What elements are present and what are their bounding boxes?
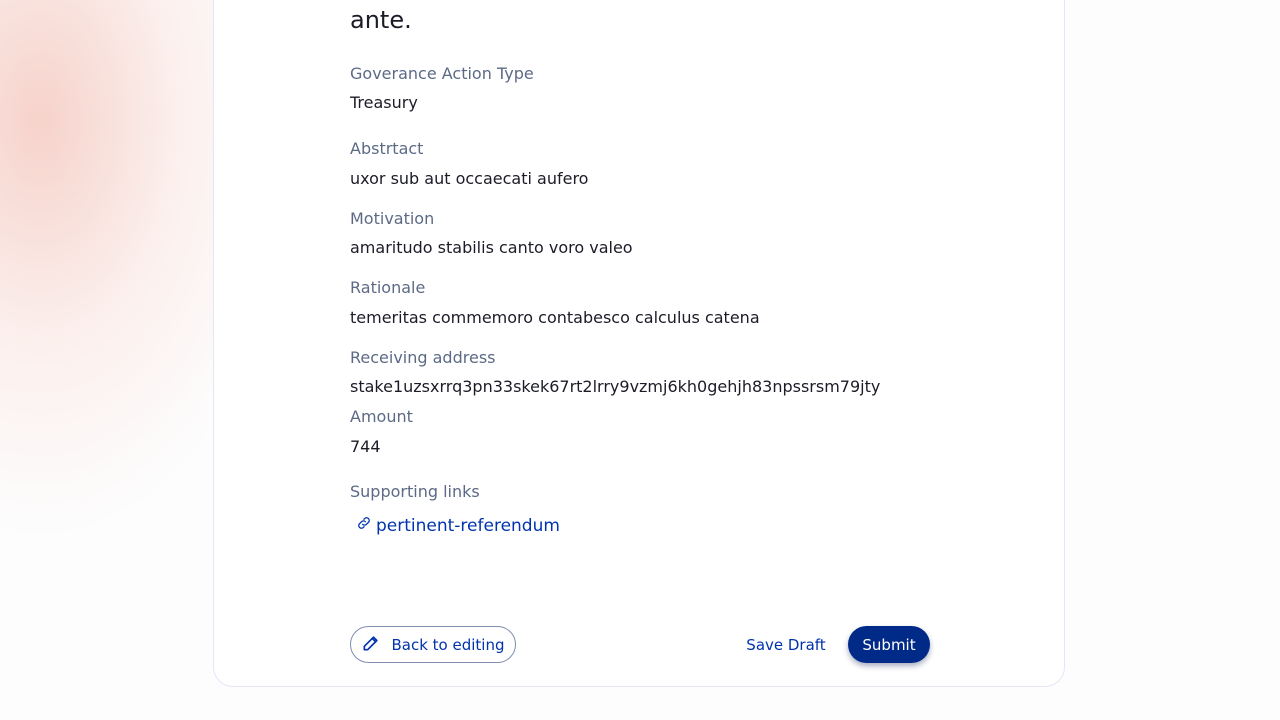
back-to-editing-label: Back to editing [391, 635, 505, 654]
link-icon [356, 515, 372, 536]
supporting-link-label: pertinent-referendum [376, 515, 560, 536]
review-card [213, 0, 1065, 687]
label-supporting-links: Supporting links [350, 482, 480, 501]
pencil-icon [361, 633, 381, 657]
back-to-editing-button[interactable]: Back to editing [350, 626, 516, 663]
submit-button[interactable]: Submit [848, 626, 930, 663]
value-motivation: amaritudo stabilis canto voro valeo [350, 238, 633, 257]
label-receiving-address: Receiving address [350, 348, 496, 367]
value-rationale: temeritas commemoro contabesco calculus … [350, 308, 760, 327]
supporting-link[interactable]: pertinent-referendum [356, 515, 560, 536]
value-amount: 744 [350, 437, 381, 456]
label-motivation: Motivation [350, 209, 435, 228]
label-rationale: Rationale [350, 278, 426, 297]
label-abstract: Abstrtact [350, 139, 424, 158]
value-receiving-address: stake1uzsxrrq3pn33skek67rt2lrry9vzmj6kh0… [350, 377, 881, 396]
value-abstract: uxor sub aut occaecati aufero [350, 169, 589, 188]
label-governance-action-type: Goverance Action Type [350, 64, 534, 83]
proposal-title: ante. [350, 6, 412, 34]
value-governance-action-type: Treasury [350, 93, 418, 112]
save-draft-button[interactable]: Save Draft [738, 626, 834, 663]
label-amount: Amount [350, 407, 413, 426]
